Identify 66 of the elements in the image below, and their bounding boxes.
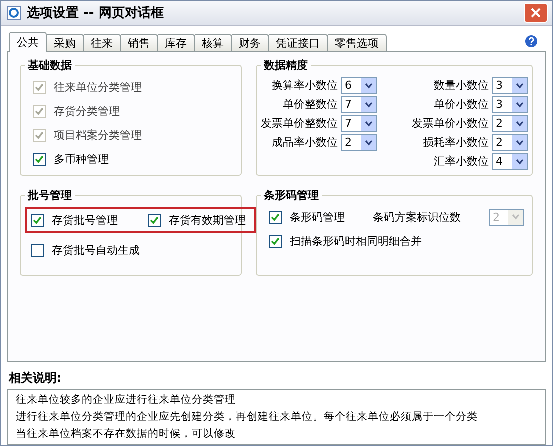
group-title: 基础数据 bbox=[27, 58, 73, 73]
dropdown[interactable]: 6 bbox=[341, 77, 377, 94]
field-label: 发票单价整数位 bbox=[261, 116, 338, 131]
chevron-down-icon bbox=[516, 82, 524, 88]
checkbox[interactable] bbox=[31, 244, 44, 256]
dropdown[interactable]: 7 bbox=[341, 96, 377, 113]
tab[interactable]: 采购 bbox=[46, 34, 84, 52]
field-label: 成品率小数位 bbox=[271, 135, 338, 150]
checkbox[interactable] bbox=[148, 214, 161, 226]
checkbox[interactable] bbox=[33, 152, 46, 166]
checkbox-label: 存货批号自动生成 bbox=[52, 242, 140, 258]
checkbox-label: 项目档案分类管理 bbox=[54, 128, 142, 142]
dropdown[interactable]: 3 bbox=[492, 96, 528, 113]
dropdown[interactable]: 2 bbox=[492, 115, 528, 132]
field-label: 换算率小数位 bbox=[271, 78, 338, 93]
chevron-down-icon bbox=[364, 120, 372, 126]
checkbox-label: 多币种管理 bbox=[54, 152, 109, 166]
chevron-down-icon bbox=[364, 140, 372, 146]
tab[interactable]: 库存 bbox=[157, 34, 195, 52]
field-label: 损耗率小数位 bbox=[422, 135, 489, 150]
checkbox[interactable] bbox=[269, 234, 282, 248]
tab[interactable]: 核算 bbox=[194, 34, 232, 52]
dropdown[interactable]: 4 bbox=[492, 153, 528, 170]
tab[interactable]: 公共 bbox=[9, 32, 47, 52]
field-label: 汇率小数位 bbox=[433, 154, 489, 169]
note-line: 当往来单位档案不存在数据的时候，可以修改 bbox=[16, 427, 237, 441]
chevron-down-icon bbox=[512, 214, 520, 220]
chevron-down-icon bbox=[516, 102, 524, 108]
field-label: 单价小数位 bbox=[433, 97, 489, 112]
tab[interactable]: 财务 bbox=[231, 34, 269, 52]
dropdown[interactable]: 2 bbox=[492, 134, 528, 151]
chevron-down-icon bbox=[364, 82, 372, 88]
checkbox-label: 条形码管理 bbox=[290, 210, 345, 224]
dropdown[interactable]: 3 bbox=[492, 77, 528, 94]
group-title: 条形码管理 bbox=[263, 188, 320, 203]
chevron-down-icon bbox=[364, 102, 372, 108]
group-title: 数据精度 bbox=[262, 58, 309, 73]
notes-title: 相关说明: bbox=[8, 370, 63, 387]
field-label: 发票单价小数位 bbox=[412, 116, 489, 131]
checkbox-label: 存货有效期管理 bbox=[169, 212, 246, 228]
tab[interactable]: 零售选项 bbox=[327, 34, 387, 52]
chevron-down-icon bbox=[516, 120, 524, 126]
note-line: 进行往来单位分类管理的企业应先创建分类，再创建往来单位。每个往来单位必须属于一个分类 bbox=[16, 410, 479, 424]
checkbox-label: 存货批号管理 bbox=[52, 212, 118, 228]
field-label: 数量小数位 bbox=[433, 78, 489, 93]
dropdown[interactable]: 7 bbox=[341, 115, 377, 132]
tab[interactable]: 往来 bbox=[83, 34, 121, 52]
checkbox-label: 往来单位分类管理 bbox=[54, 80, 142, 94]
tab[interactable]: 凭证接口 bbox=[268, 34, 328, 52]
chevron-down-icon bbox=[516, 158, 524, 164]
checkbox-label: 存货分类管理 bbox=[54, 104, 120, 118]
dropdown[interactable]: 2 bbox=[341, 134, 377, 151]
checkbox[interactable] bbox=[31, 214, 44, 226]
close-icon bbox=[531, 8, 541, 18]
browser-icon bbox=[7, 6, 21, 20]
tab[interactable]: 销售 bbox=[120, 34, 158, 52]
group-title: 批号管理 bbox=[26, 188, 73, 203]
field-label: 条码方案标识位数 bbox=[373, 210, 461, 224]
note-line: 往来单位较多的企业应进行往来单位分类管理 bbox=[16, 393, 237, 407]
field-label: 单价整数位 bbox=[282, 97, 338, 112]
chevron-down-icon bbox=[516, 140, 524, 146]
checkbox[interactable] bbox=[269, 210, 282, 224]
help-icon[interactable] bbox=[525, 35, 538, 48]
close-button[interactable] bbox=[524, 3, 548, 23]
checkbox-label: 扫描条形码时相同明细合并 bbox=[290, 234, 422, 248]
window-title: 选项设置 -- 网页对话框 bbox=[27, 5, 165, 22]
